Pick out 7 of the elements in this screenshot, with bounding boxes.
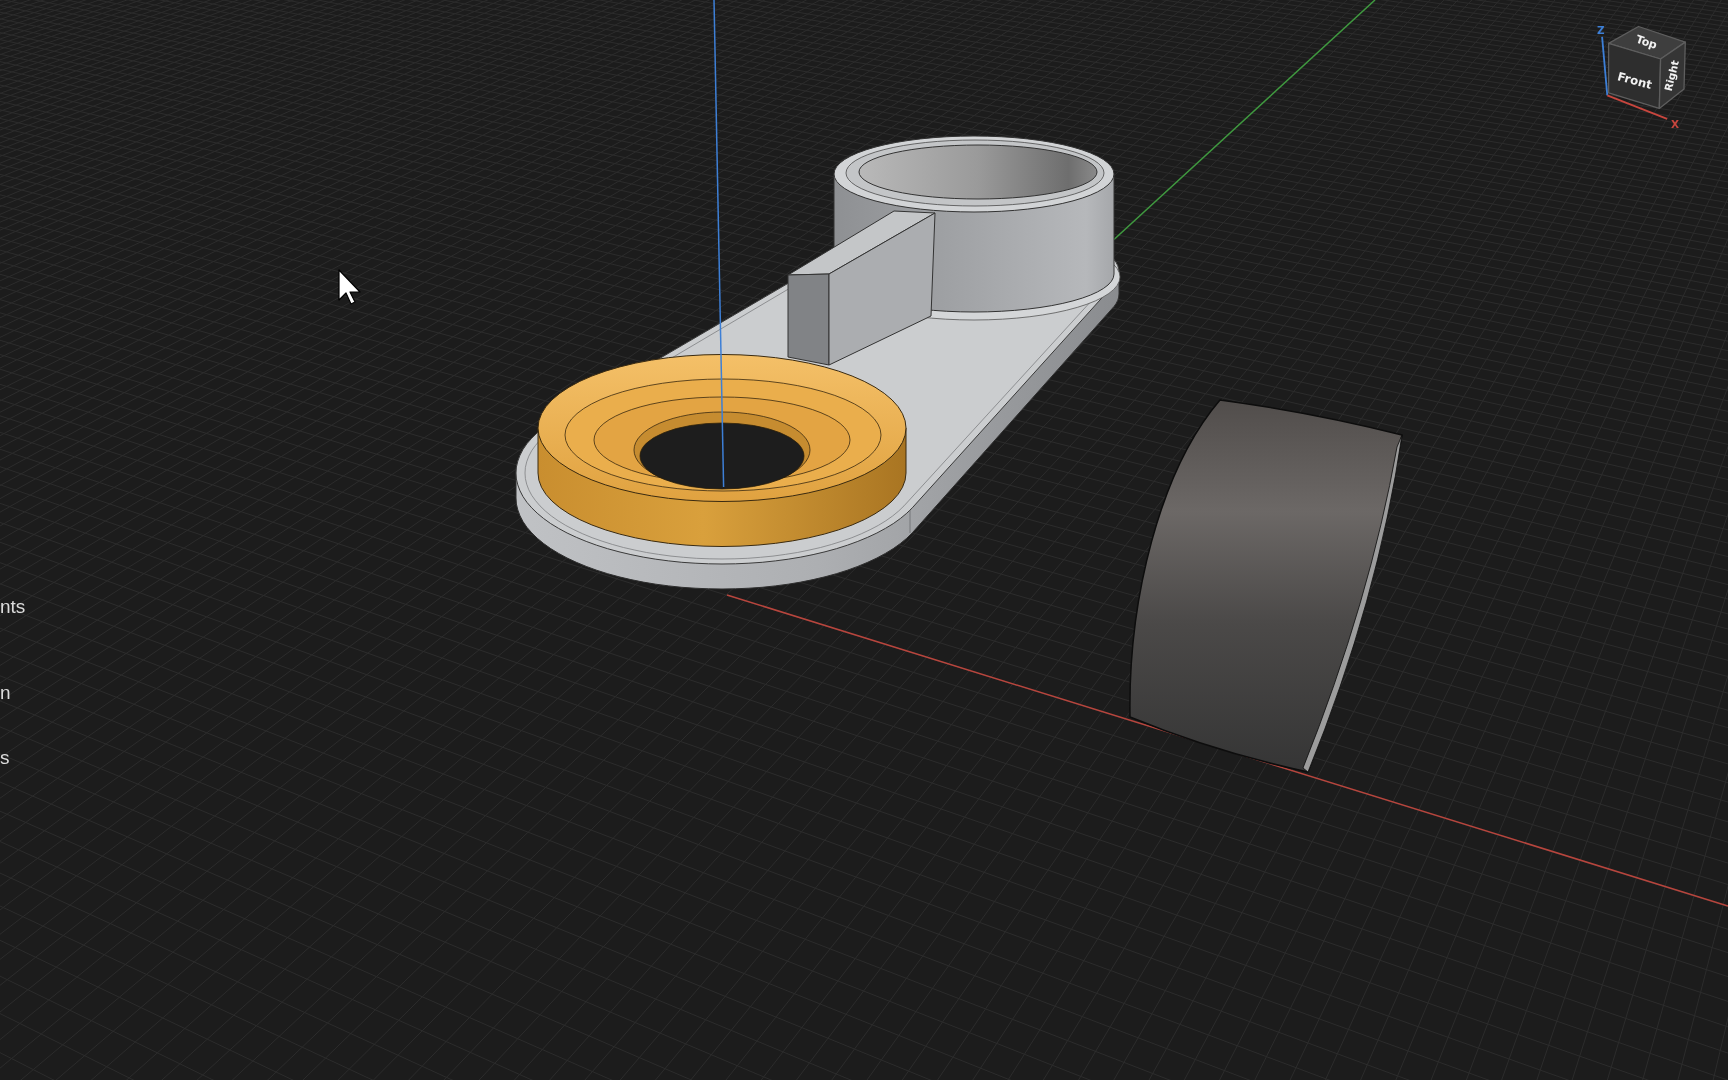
sidebar-item[interactable]: s	[0, 746, 10, 770]
cursor-icon	[338, 269, 361, 305]
axis-label: X	[1670, 117, 1679, 130]
sidebar-item[interactable]: n	[0, 681, 11, 705]
axis-label: Z	[1597, 24, 1605, 37]
sidebar-item[interactable]: nts	[0, 595, 26, 619]
view-cube-face[interactable]: Right	[1658, 41, 1686, 110]
